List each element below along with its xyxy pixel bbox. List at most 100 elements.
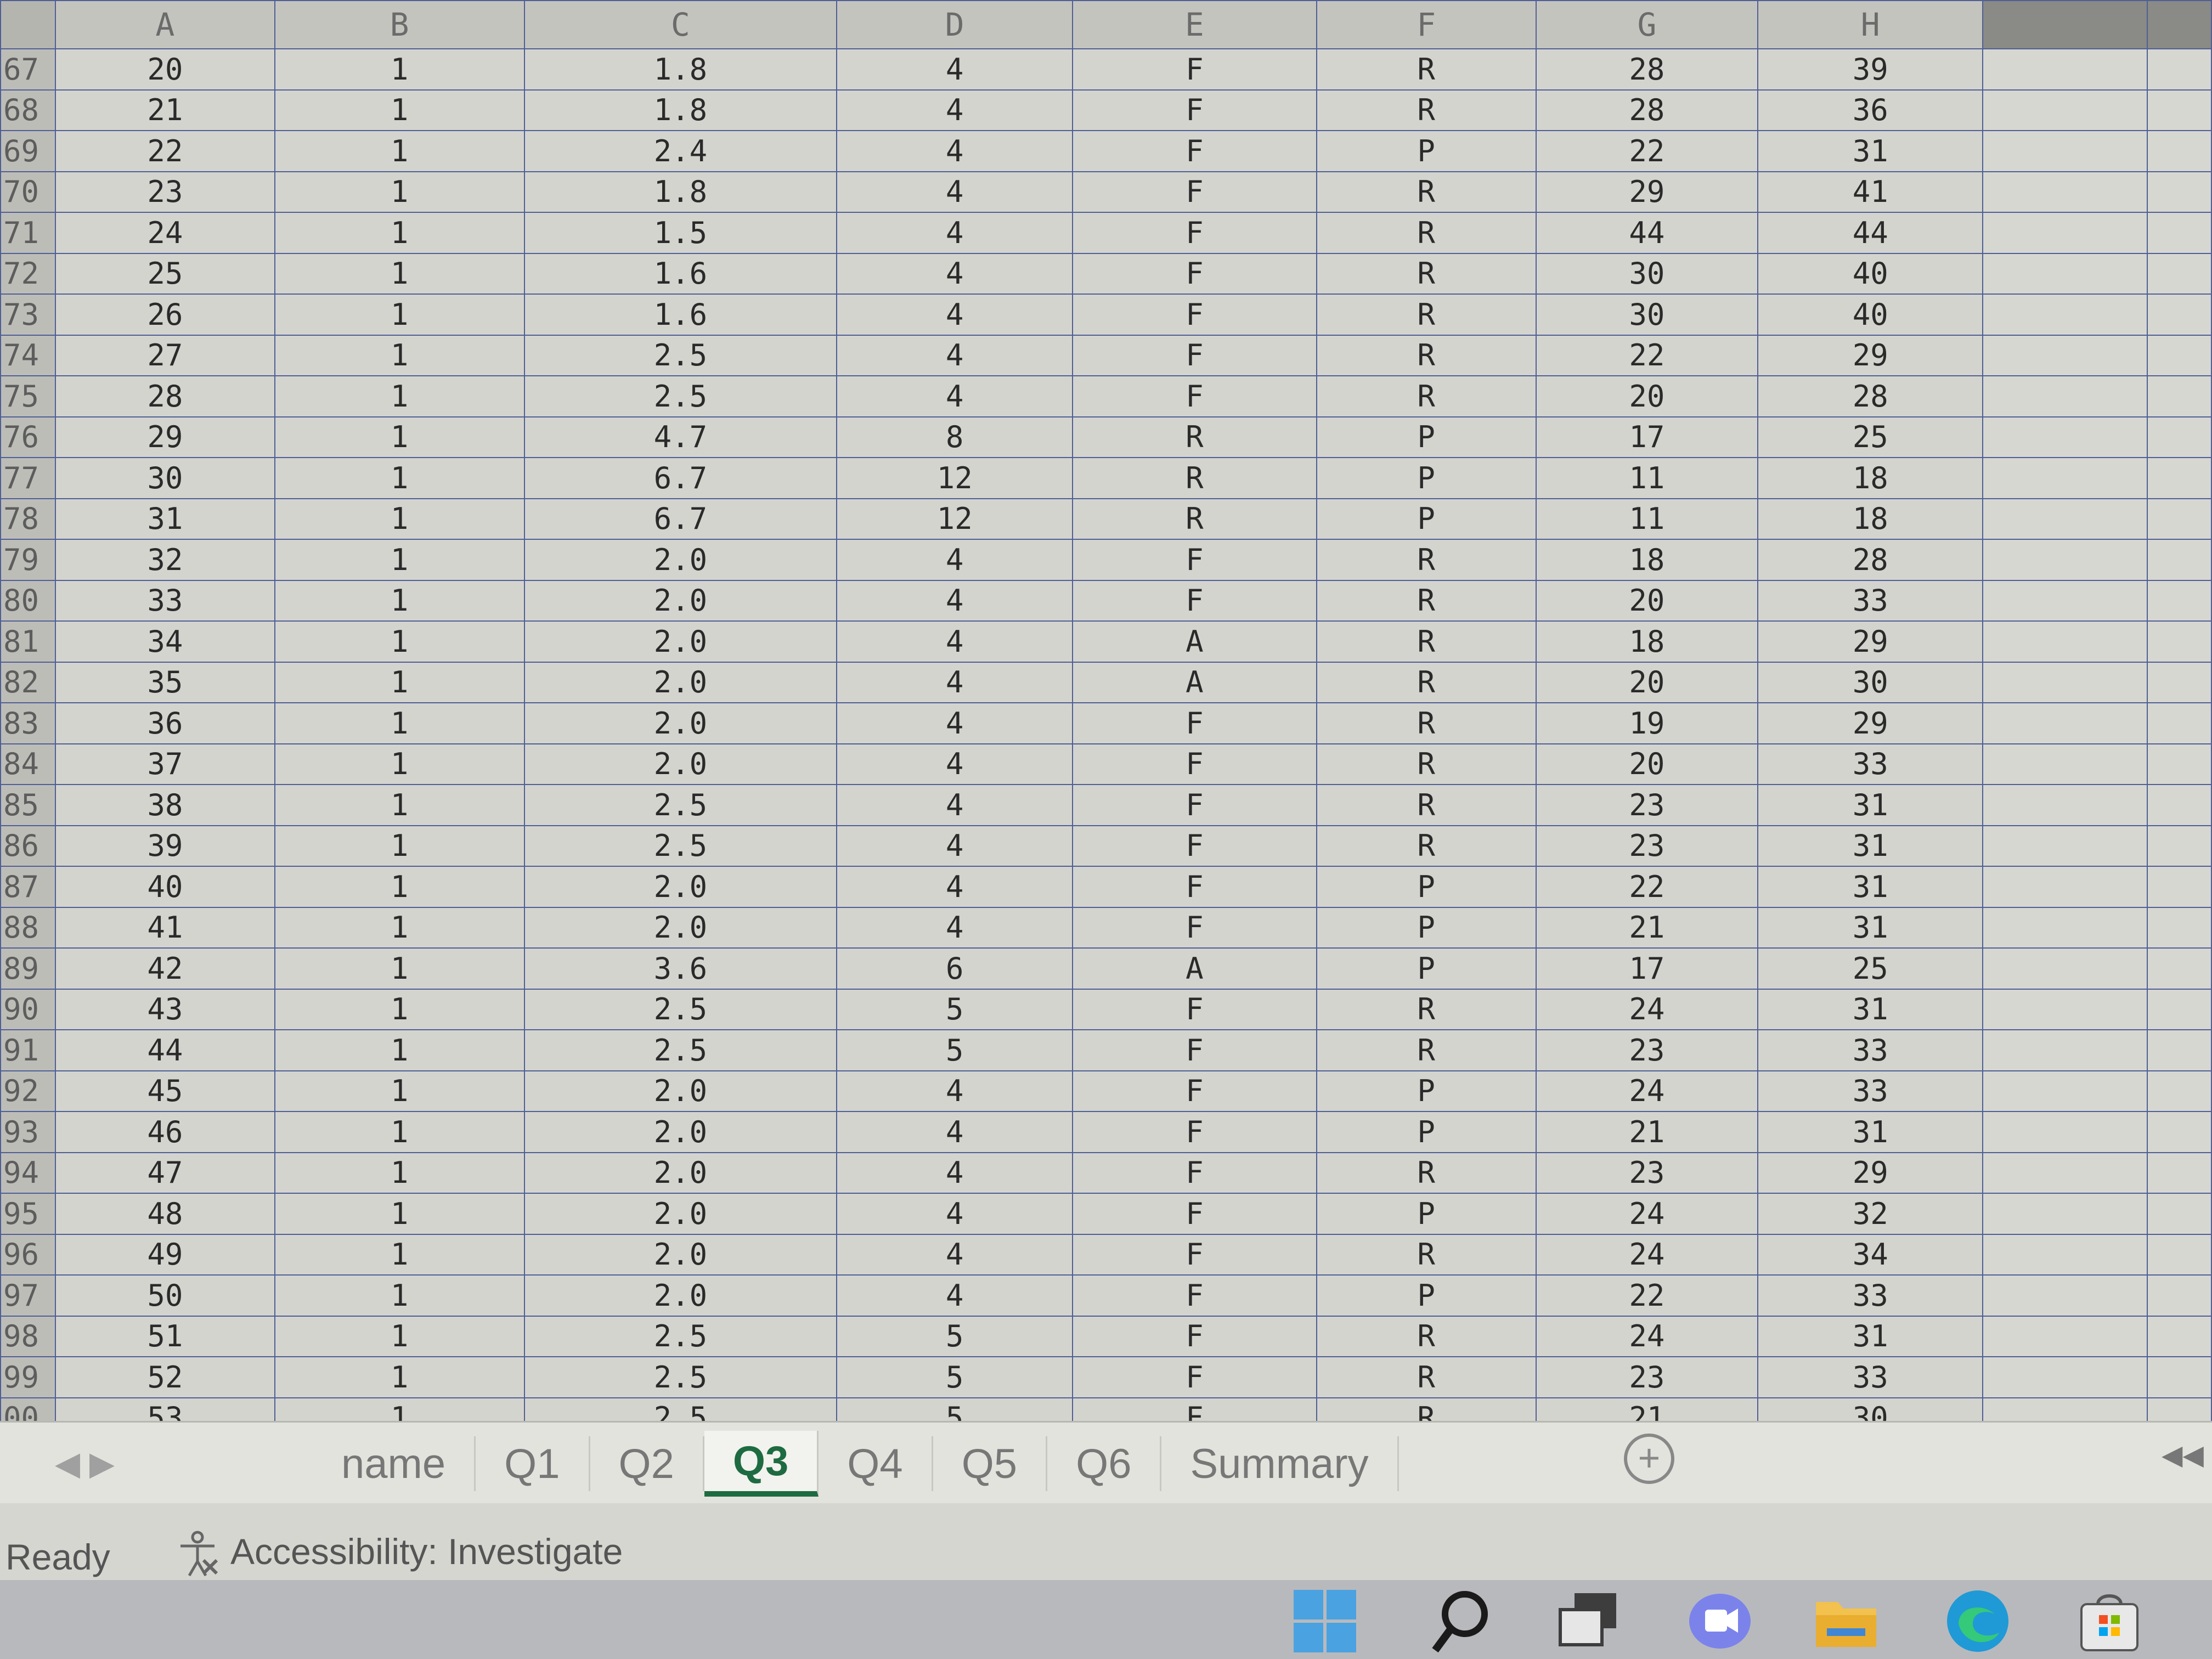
cell-e[interactable]: F [1072,375,1317,417]
cell-c[interactable]: 4.7 [523,416,838,458]
cell-f[interactable]: R [1316,89,1537,131]
cell-d[interactable]: 4 [836,1111,1074,1153]
cell-a[interactable]: 35 [54,661,275,703]
cell-b[interactable]: 1 [274,702,525,744]
cell-b[interactable]: 1 [274,375,525,417]
cell-c[interactable]: 2.5 [523,1397,838,1421]
cell-b[interactable]: 1 [274,130,525,172]
cell-g[interactable]: 11 [1535,457,1759,499]
tab-q2[interactable]: Q2 [590,1436,704,1491]
cell-e[interactable]: F [1072,579,1317,622]
empty-cell[interactable] [2146,702,2212,744]
cell-h[interactable]: 31 [1757,866,1984,908]
cell-d[interactable]: 4 [836,743,1074,785]
row-header[interactable]: 76 [0,416,56,458]
empty-cell[interactable] [1982,743,2148,785]
cell-g[interactable]: 24 [1535,1315,1759,1357]
empty-cell[interactable] [2146,906,2212,949]
cell-e[interactable]: F [1072,825,1317,867]
empty-cell[interactable] [1982,375,2148,417]
cell-b[interactable]: 1 [274,743,525,785]
cell-c[interactable]: 2.0 [523,1193,838,1235]
cell-h[interactable]: 30 [1757,661,1984,703]
cell-e[interactable]: F [1072,130,1317,172]
cell-c[interactable]: 1.8 [523,89,838,131]
cell-f[interactable]: P [1316,1193,1537,1235]
cell-g[interactable]: 44 [1535,212,1759,254]
cell-h[interactable]: 29 [1757,620,1984,663]
cell-a[interactable]: 39 [54,825,275,867]
cell-h[interactable]: 28 [1757,539,1984,581]
cell-c[interactable]: 1.6 [523,294,838,336]
cell-h[interactable]: 31 [1757,1111,1984,1153]
row-header[interactable]: 82 [0,661,56,703]
cell-b[interactable]: 1 [274,416,525,458]
cell-d[interactable]: 5 [836,1029,1074,1071]
empty-cell[interactable] [2146,947,2212,990]
cell-d[interactable]: 4 [836,1233,1074,1276]
cell-a[interactable]: 42 [54,947,275,990]
row-header[interactable]: 78 [0,498,56,540]
row-header[interactable]: 80 [0,579,56,622]
cell-e[interactable]: F [1072,784,1317,826]
cell-f[interactable]: P [1316,866,1537,908]
cell-d[interactable]: 12 [836,498,1074,540]
teams-chat-icon[interactable] [1684,1585,1756,1657]
cell-f[interactable]: R [1316,988,1537,1030]
cell-f[interactable]: P [1316,416,1537,458]
empty-cell[interactable] [2146,212,2212,254]
cell-g[interactable]: 24 [1535,988,1759,1030]
cell-c[interactable]: 2.5 [523,784,838,826]
column-header-f[interactable]: F [1316,0,1537,49]
cell-e[interactable]: F [1072,1111,1317,1153]
cell-c[interactable]: 2.5 [523,1315,838,1357]
extra-column-header-j[interactable] [2146,0,2212,49]
cell-b[interactable]: 1 [274,334,525,376]
cell-c[interactable]: 2.0 [523,1274,838,1317]
cell-c[interactable]: 2.5 [523,334,838,376]
cell-f[interactable]: R [1316,375,1537,417]
row-header[interactable]: 71 [0,212,56,254]
cell-b[interactable]: 1 [274,1070,525,1112]
cell-a[interactable]: 21 [54,89,275,131]
cell-a[interactable]: 25 [54,252,275,295]
cell-d[interactable]: 12 [836,457,1074,499]
cell-d[interactable]: 4 [836,294,1074,336]
cell-f[interactable]: R [1316,539,1537,581]
row-header[interactable]: 93 [0,1111,56,1153]
cell-d[interactable]: 5 [836,1315,1074,1357]
empty-cell[interactable] [2146,866,2212,908]
tab-summary[interactable]: Summary [1161,1436,1399,1491]
row-header[interactable]: 89 [0,947,56,990]
cell-e[interactable]: F [1072,171,1317,213]
cell-e[interactable]: F [1072,294,1317,336]
cell-g[interactable]: 17 [1535,947,1759,990]
cell-c[interactable]: 2.0 [523,1111,838,1153]
empty-cell[interactable] [2146,1070,2212,1112]
tab-scroll-icon[interactable]: ◀◀ [2162,1439,2204,1471]
cell-b[interactable]: 1 [274,171,525,213]
cell-h[interactable]: 31 [1757,1315,1984,1357]
cell-f[interactable]: P [1316,1274,1537,1317]
empty-cell[interactable] [2146,1193,2212,1235]
cell-a[interactable]: 20 [54,48,275,91]
cell-c[interactable]: 2.0 [523,539,838,581]
cell-g[interactable]: 22 [1535,334,1759,376]
cell-table[interactable]: ABCDEFGH 67 20 1 1.8 4 F R 28 39 68 21 1 1.8 4 F R 28 36 6… [0,0,2212,1421]
column-header-d[interactable]: D [836,0,1074,49]
cell-b[interactable]: 1 [274,1315,525,1357]
cell-d[interactable]: 5 [836,1397,1074,1421]
tab-q5[interactable]: Q5 [933,1436,1048,1491]
tab-q4[interactable]: Q4 [819,1436,933,1491]
cell-e[interactable]: F [1072,1397,1317,1421]
empty-cell[interactable] [1982,539,2148,581]
cell-c[interactable]: 2.0 [523,1152,838,1194]
cell-h[interactable]: 31 [1757,988,1984,1030]
cell-h[interactable]: 29 [1757,334,1984,376]
cell-f[interactable]: P [1316,498,1537,540]
cell-c[interactable]: 2.0 [523,620,838,663]
cell-h[interactable]: 33 [1757,1029,1984,1071]
cell-a[interactable]: 46 [54,1111,275,1153]
cell-f[interactable]: R [1316,825,1537,867]
cell-e[interactable]: F [1072,212,1317,254]
